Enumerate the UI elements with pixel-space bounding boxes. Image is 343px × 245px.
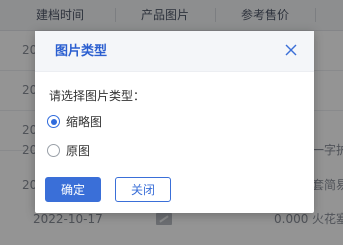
radio-thumbnail[interactable] bbox=[47, 115, 60, 128]
close-button[interactable]: 关闭 bbox=[115, 177, 171, 202]
option-thumbnail-label: 缩略图 bbox=[66, 115, 103, 129]
dialog-header: 图片类型 bbox=[35, 31, 314, 72]
radio-original[interactable] bbox=[47, 144, 60, 157]
dialog-title: 图片类型 bbox=[55, 44, 108, 59]
confirm-button[interactable]: 确定 bbox=[45, 177, 101, 202]
close-icon[interactable] bbox=[284, 43, 298, 57]
image-type-dialog: 图片类型 请选择图片类型： 缩略图 原图 确定 关闭 bbox=[35, 31, 314, 213]
dialog-prompt: 请选择图片类型： bbox=[49, 89, 146, 103]
option-original-label: 原图 bbox=[66, 144, 91, 158]
